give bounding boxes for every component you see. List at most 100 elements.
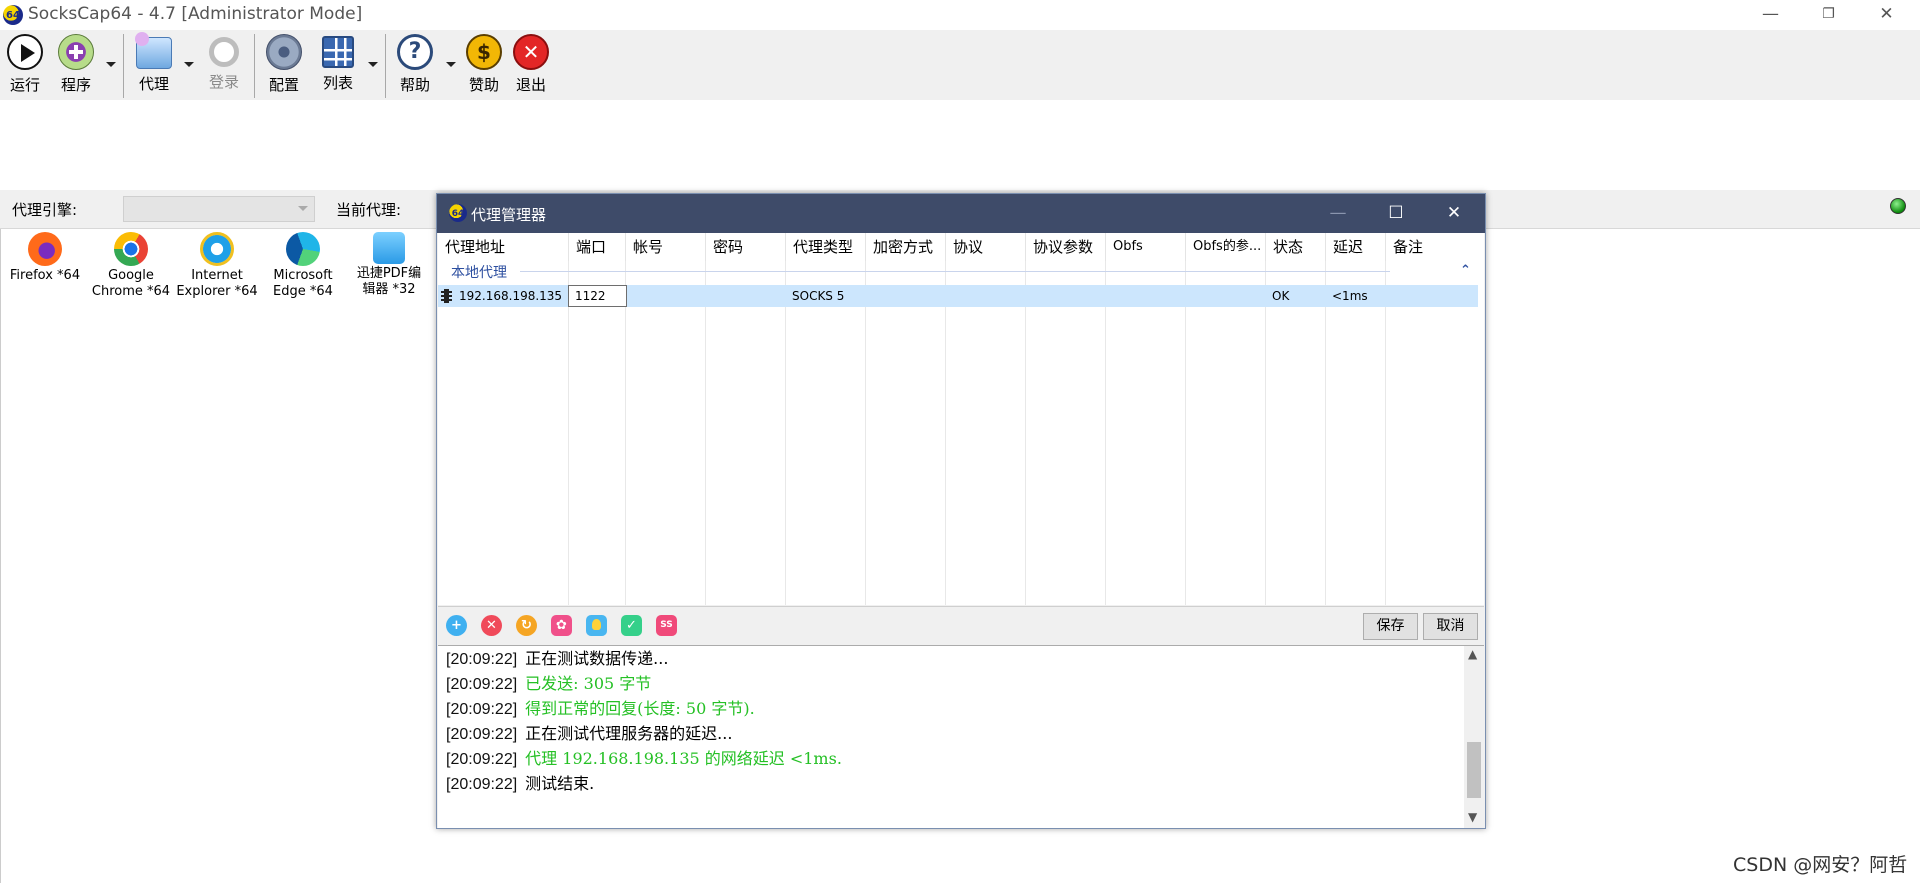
- collapse-caret-icon[interactable]: ⌃: [1460, 263, 1471, 278]
- column-header-note[interactable]: 备注: [1386, 233, 1466, 261]
- log-line: [20:09:22] 代理 192.168.198.135 的网络延迟 <1ms.: [446, 749, 842, 768]
- programs-dropdown-icon[interactable]: [106, 62, 116, 67]
- help-label: 帮助: [399, 76, 430, 94]
- cell-obfs: [1106, 285, 1112, 307]
- cancel-button[interactable]: 取消: [1423, 613, 1478, 640]
- scroll-up-icon[interactable]: ▲: [1468, 647, 1477, 661]
- group-label: 本地代理: [451, 265, 507, 281]
- toolbar-separator: [254, 34, 255, 98]
- column-header-port[interactable]: 端口: [569, 233, 626, 261]
- sockscap-app-icon: 64: [3, 5, 23, 25]
- test-log-panel: [20:09:22] 正在测试数据传递... [20:09:22] 已发送: 305…: [438, 645, 1484, 828]
- exit-label: 退出: [515, 76, 546, 94]
- cell-obfs-params: [1186, 285, 1192, 307]
- cell-protocol-params: [1026, 285, 1032, 307]
- exit-x-icon: ✕: [513, 34, 549, 70]
- delete-icon[interactable]: ✕: [481, 615, 502, 636]
- dialog-title: 代理管理器: [471, 206, 547, 224]
- refresh-icon[interactable]: ↻: [516, 615, 537, 636]
- group-divider: [520, 271, 1390, 272]
- program-label: Explorer *64: [176, 284, 258, 299]
- cell-note: [1386, 285, 1392, 307]
- group-local-proxy[interactable]: 本地代理 ⌃: [438, 261, 1484, 281]
- add-icon[interactable]: +: [446, 615, 467, 636]
- restore-button[interactable]: ❐: [1800, 0, 1857, 30]
- proxy-button[interactable]: 代理: [132, 32, 176, 94]
- program-label: 迅捷PDF编: [356, 266, 422, 281]
- programs-button[interactable]: 程序: [56, 34, 96, 95]
- traffic-light-icon: [441, 289, 452, 303]
- proxy-label: 代理: [138, 75, 169, 93]
- toolbar-separator: [385, 34, 386, 98]
- dialog-close-button[interactable]: ✕: [1425, 194, 1483, 233]
- gear-icon: [266, 34, 302, 70]
- column-header-obfs-params[interactable]: Obfs的参...: [1186, 233, 1266, 261]
- column-header-protocol[interactable]: 协议: [946, 233, 1026, 261]
- login-button[interactable]: 登录: [204, 34, 244, 92]
- column-divider: [568, 261, 569, 605]
- column-divider: [1105, 261, 1106, 605]
- log-line: [20:09:22] 正在测试数据传递...: [446, 649, 669, 668]
- column-divider: [1265, 261, 1266, 605]
- minimize-button[interactable]: —: [1742, 0, 1799, 30]
- status-indicator-icon: [1890, 198, 1906, 214]
- program-chrome[interactable]: Google Chrome *64: [90, 232, 172, 300]
- cell-port-editor[interactable]: 1122: [568, 285, 627, 307]
- column-header-address[interactable]: 代理地址: [438, 233, 569, 261]
- program-edge[interactable]: Microsoft Edge *64: [262, 232, 344, 300]
- main-toolbar: 运行 程序 代理 登录 配置 列表 ? 帮助 $ 赞助 ✕ 退出: [0, 30, 1920, 100]
- config-button[interactable]: 配置: [264, 34, 304, 95]
- run-button[interactable]: 运行: [6, 34, 44, 95]
- exit-button[interactable]: ✕ 退出: [511, 34, 551, 95]
- dialog-maximize-button[interactable]: ☐: [1367, 194, 1425, 233]
- donate-button[interactable]: $ 赞助: [464, 34, 504, 95]
- watermark: CSDN @网安？阿哲: [1733, 854, 1908, 876]
- scroll-thumb[interactable]: [1467, 742, 1481, 798]
- program-pdf-editor[interactable]: 迅捷PDF编 辑器 *32: [348, 232, 430, 298]
- column-header-latency[interactable]: 延迟: [1326, 233, 1386, 261]
- dialog-minimize-button[interactable]: —: [1309, 194, 1367, 233]
- login-label: 登录: [208, 73, 239, 91]
- column-header-protocol-params[interactable]: 协议参数: [1026, 233, 1106, 261]
- cell-account: [626, 285, 632, 307]
- column-header-type[interactable]: 代理类型: [786, 233, 866, 261]
- settings-icon[interactable]: ✿: [551, 615, 572, 636]
- help-button[interactable]: ? 帮助: [395, 34, 435, 95]
- program-firefox[interactable]: Firefox *64: [4, 232, 86, 284]
- run-label: 运行: [9, 76, 40, 94]
- column-header-encryption[interactable]: 加密方式: [866, 233, 946, 261]
- tip-icon[interactable]: [586, 615, 607, 636]
- ss-icon[interactable]: SS: [656, 615, 677, 636]
- program-internet-explorer[interactable]: Internet Explorer *64: [176, 232, 258, 300]
- program-label: Internet: [191, 268, 243, 283]
- program-label: 辑器 *32: [362, 282, 416, 297]
- cell-password: [706, 285, 712, 307]
- program-label: Google: [108, 268, 154, 283]
- column-header-account[interactable]: 帐号: [626, 233, 706, 261]
- scroll-down-icon[interactable]: ▼: [1468, 810, 1477, 824]
- list-button[interactable]: 列表: [318, 34, 358, 93]
- column-header-status[interactable]: 状态: [1266, 233, 1326, 261]
- column-header-obfs[interactable]: Obfs: [1106, 233, 1186, 261]
- empty-area: [0, 100, 1920, 190]
- save-button[interactable]: 保存: [1363, 613, 1418, 640]
- internet-explorer-icon: [200, 232, 234, 266]
- log-line: [20:09:22] 已发送: 305 字节: [446, 674, 652, 693]
- engine-select[interactable]: [123, 196, 315, 222]
- proxy-manager-dialog: 64 代理管理器 — ☐ ✕ 代理地址 端口 帐号 密码 代理类型 加密方式 协…: [436, 193, 1486, 829]
- programs-label: 程序: [60, 76, 91, 94]
- close-button[interactable]: ✕: [1858, 0, 1915, 30]
- check-icon[interactable]: ✓: [621, 615, 642, 636]
- proxy-dropdown-icon[interactable]: [184, 62, 194, 67]
- table-row[interactable]: 192.168.198.135 1122 SOCKS 5 OK <1ms: [438, 285, 1478, 307]
- column-header-password[interactable]: 密码: [706, 233, 786, 261]
- chrome-icon: [114, 232, 148, 266]
- help-dropdown-icon[interactable]: [446, 62, 456, 67]
- list-dropdown-icon[interactable]: [368, 62, 378, 67]
- column-divider: [1185, 261, 1186, 605]
- cell-protocol: [946, 285, 952, 307]
- column-divider: [945, 261, 946, 605]
- log-scrollbar[interactable]: ▲ ▼: [1464, 646, 1484, 828]
- cell-status: OK: [1272, 289, 1290, 303]
- toolbar-separator: [123, 34, 124, 98]
